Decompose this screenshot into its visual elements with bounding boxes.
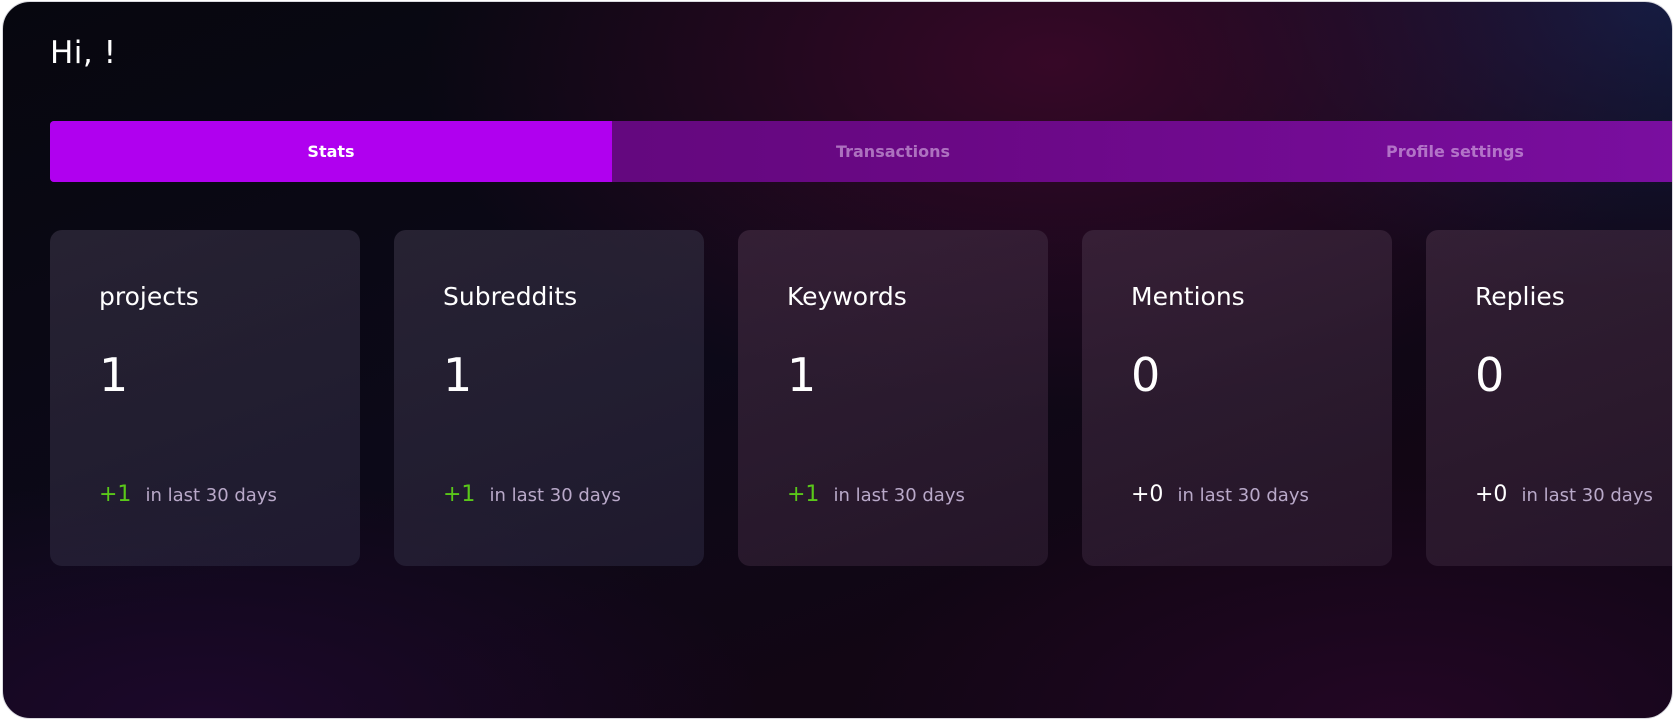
stat-card-value: 0 bbox=[1475, 348, 1505, 402]
stat-card-replies: Replies 0 +0 in last 30 days bbox=[1426, 230, 1672, 566]
stat-card-footer: +1 in last 30 days bbox=[787, 482, 965, 507]
stat-card-delta: +1 bbox=[443, 482, 476, 507]
stat-card-title: Keywords bbox=[787, 282, 907, 311]
stat-card-period: in last 30 days bbox=[1177, 485, 1309, 506]
tab-bar: Stats Transactions Profile settings bbox=[50, 121, 1672, 182]
stat-card-footer: +0 in last 30 days bbox=[1131, 482, 1309, 507]
stat-card-value: 1 bbox=[787, 348, 817, 402]
stat-card-title: Replies bbox=[1475, 282, 1565, 311]
stat-card-subreddits: Subreddits 1 +1 in last 30 days bbox=[394, 230, 704, 566]
greeting-heading: Hi, ! bbox=[50, 35, 117, 71]
stat-card-footer: +1 in last 30 days bbox=[443, 482, 621, 507]
stat-card-period: in last 30 days bbox=[1521, 485, 1653, 506]
stat-card-mentions: Mentions 0 +0 in last 30 days bbox=[1082, 230, 1392, 566]
stat-card-keywords: Keywords 1 +1 in last 30 days bbox=[738, 230, 1048, 566]
stat-card-delta: +1 bbox=[99, 482, 132, 507]
stat-card-footer: +0 in last 30 days bbox=[1475, 482, 1653, 507]
stat-card-title: Mentions bbox=[1131, 282, 1245, 311]
stat-card-value: 1 bbox=[443, 348, 473, 402]
stat-card-value: 1 bbox=[99, 348, 129, 402]
stat-card-delta: +0 bbox=[1475, 482, 1508, 507]
stat-card-title: projects bbox=[99, 282, 199, 311]
stat-card-delta: +1 bbox=[787, 482, 820, 507]
tab-profile-settings[interactable]: Profile settings bbox=[1174, 121, 1672, 182]
stat-card-value: 0 bbox=[1131, 348, 1161, 402]
stat-card-period: in last 30 days bbox=[145, 485, 277, 506]
tab-transactions[interactable]: Transactions bbox=[612, 121, 1174, 182]
tab-stats[interactable]: Stats bbox=[50, 121, 612, 182]
stat-card-title: Subreddits bbox=[443, 282, 578, 311]
app-window: Hi, ! Stats Transactions Profile setting… bbox=[2, 1, 1673, 719]
stat-card-projects: projects 1 +1 in last 30 days bbox=[50, 230, 360, 566]
stat-card-period: in last 30 days bbox=[489, 485, 621, 506]
stat-card-footer: +1 in last 30 days bbox=[99, 482, 277, 507]
stat-card-period: in last 30 days bbox=[833, 485, 965, 506]
stat-card-delta: +0 bbox=[1131, 482, 1164, 507]
